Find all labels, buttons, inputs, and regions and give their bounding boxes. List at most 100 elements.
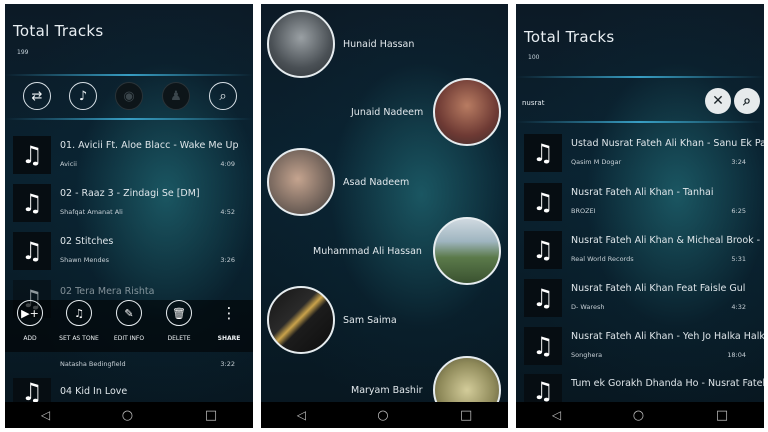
share-button[interactable]: ⋮ SHARE — [209, 300, 249, 342]
music-note-icon: ♫ — [524, 279, 562, 317]
action-label: DELETE — [167, 335, 191, 342]
home-icon[interactable]: ○ — [377, 409, 388, 422]
close-icon: ✕ — [712, 93, 724, 109]
track-duration: 6:25 — [731, 207, 746, 215]
back-icon[interactable]: ◁ — [552, 409, 561, 421]
recents-icon[interactable]: □ — [716, 409, 728, 422]
music-note-icon: ♫ — [13, 184, 51, 222]
track-artist: Qasim M Dogar — [571, 158, 622, 166]
trash-icon: 🗑 — [166, 300, 192, 326]
system-nav-bar: ◁ ○ □ — [261, 402, 508, 428]
track-artist: BROZEI — [571, 207, 596, 215]
contact-item[interactable]: Hunaid Hassan — [261, 10, 508, 80]
search-results-screen: Total Tracks 100 ✕ ⌕ ♫ Ustad Nusrat Fate… — [516, 4, 764, 428]
action-label: SET AS TONE — [59, 335, 99, 342]
track-artist: Real World Records — [571, 255, 634, 263]
track-count: 100 — [528, 54, 540, 61]
list-item[interactable]: ♫ Nusrat Fateh Ali Khan Feat Faisle Gul … — [516, 271, 764, 319]
artist-icon: ♟ — [170, 88, 182, 104]
track-count: 199 — [17, 49, 29, 56]
track-title: Nusrat Fateh Ali Khan & Micheal Brook - — [571, 235, 761, 246]
contact-item[interactable]: Junaid Nadeem — [261, 78, 508, 148]
track-title: 02 Tera Mera Rishta — [60, 286, 155, 297]
home-icon[interactable]: ○ — [122, 409, 133, 422]
action-label: EDIT INFO — [113, 335, 145, 342]
contact-item[interactable]: Asad Nadeem — [261, 148, 508, 218]
divider — [516, 76, 764, 78]
search-button[interactable]: ⌕ — [209, 82, 237, 110]
track-title: Ustad Nusrat Fateh Ali Khan - Sanu Ek Pa… — [571, 138, 764, 149]
list-item[interactable]: ♫ Nusrat Fateh Ali Khan & Micheal Brook … — [516, 223, 764, 271]
contact-name: Asad Nadeem — [343, 177, 410, 188]
search-input[interactable] — [520, 96, 714, 110]
avatar — [433, 78, 501, 146]
contact-name: Muhammad Ali Hassan — [313, 246, 422, 257]
track-duration: 3:26 — [220, 256, 235, 264]
clear-button[interactable]: ✕ — [705, 88, 731, 114]
recents-icon[interactable]: □ — [205, 409, 217, 422]
track-artist: Natasha Bedingfield — [60, 360, 126, 368]
contact-item[interactable]: Sam Saima — [261, 286, 508, 356]
list-item[interactable]: ♫ 02 Stitches Shawn Mendes 3:26 — [5, 224, 253, 272]
page-title: Total Tracks — [524, 28, 615, 46]
divider — [516, 121, 764, 123]
avatar — [267, 286, 335, 354]
contacts-screen: Hunaid Hassan Junaid Nadeem Asad Nadeem … — [261, 4, 508, 428]
shuffle-button[interactable]: ⇄ — [23, 82, 51, 110]
delete-button[interactable]: 🗑 DELETE — [159, 300, 199, 342]
track-duration: 4:32 — [731, 303, 746, 311]
search-button[interactable]: ⌕ — [734, 88, 760, 114]
track-duration: 3:24 — [731, 158, 746, 166]
search-icon: ⌕ — [743, 93, 751, 109]
track-artist: Shafqat Amanat Ali — [60, 208, 123, 216]
music-note-icon: ♫ — [13, 232, 51, 270]
edit-icon: ✎ — [116, 300, 142, 326]
back-icon[interactable]: ◁ — [297, 409, 306, 421]
edit-info-button[interactable]: ✎ EDIT INFO — [109, 300, 149, 342]
track-duration: 5:31 — [731, 255, 746, 263]
set-as-tone-button[interactable]: ♫ SET AS TONE — [59, 300, 99, 342]
home-icon[interactable]: ○ — [633, 409, 644, 422]
action-label: ADD — [23, 335, 37, 342]
contact-name: Hunaid Hassan — [343, 39, 415, 50]
list-item[interactable]: ♫ Nusrat Fateh Ali Khan - Tanhai BROZEI … — [516, 175, 764, 223]
music-note-icon: ♫ — [524, 327, 562, 365]
albums-button[interactable]: ◉ — [115, 82, 143, 110]
contact-name: Maryam Bashir — [351, 385, 423, 396]
music-note-icon: ♫ — [524, 231, 562, 269]
songs-button[interactable]: ♪ — [69, 82, 97, 110]
list-item[interactable]: ♫ 01. Avicii Ft. Aloe Blacc - Wake Me Up… — [5, 128, 253, 176]
music-note-icon: ♫ — [13, 136, 51, 174]
track-title: 02 - Raaz 3 - Zindagi Se [DM] — [60, 188, 200, 199]
music-note-icon: ♫ — [524, 134, 562, 172]
divider — [5, 74, 253, 76]
add-button[interactable]: ▶+ ADD — [10, 300, 50, 342]
back-icon[interactable]: ◁ — [41, 409, 50, 421]
list-item[interactable]: ♫ Nusrat Fateh Ali Khan - Yeh Jo Halka H… — [516, 319, 764, 367]
music-note-icon: ♪ — [78, 88, 88, 104]
track-action-bar: ▶+ ADD ♫ SET AS TONE ✎ EDIT INFO 🗑 DELET… — [5, 300, 253, 352]
page-title: Total Tracks — [13, 22, 104, 40]
list-item[interactable]: ♫ 02 - Raaz 3 - Zindagi Se [DM] Shafqat … — [5, 176, 253, 224]
track-duration: 3:22 — [220, 360, 235, 368]
track-title: Nusrat Fateh Ali Khan - Yeh Jo Halka Hal… — [571, 331, 764, 342]
track-title: 01. Avicii Ft. Aloe Blacc - Wake Me Up — [60, 140, 239, 151]
divider — [5, 118, 253, 120]
list-item[interactable]: ♫ Ustad Nusrat Fateh Ali Khan - Sanu Ek … — [516, 126, 764, 174]
contact-item[interactable]: Muhammad Ali Hassan — [261, 217, 508, 287]
disc-icon: ◉ — [123, 88, 135, 104]
track-title: 04 Kid In Love — [60, 386, 128, 397]
artists-button[interactable]: ♟ — [162, 82, 190, 110]
track-artist: Avicii — [60, 160, 77, 168]
play-add-icon: ▶+ — [17, 300, 43, 326]
track-title: 02 Stitches — [60, 236, 114, 247]
search-bar: ✕ ⌕ — [516, 87, 764, 117]
track-duration: 4:09 — [220, 160, 235, 168]
track-artist: D- Waresh — [571, 303, 605, 311]
search-icon: ⌕ — [219, 88, 227, 104]
track-duration: 4:52 — [220, 208, 235, 216]
track-list-screen: Total Tracks 199 ⇄ ♪ ◉ ♟ ⌕ ♫ 01. Avicii … — [5, 4, 253, 428]
system-nav-bar: ◁ ○ □ — [516, 402, 764, 428]
avatar — [267, 148, 335, 216]
recents-icon[interactable]: □ — [460, 409, 472, 422]
